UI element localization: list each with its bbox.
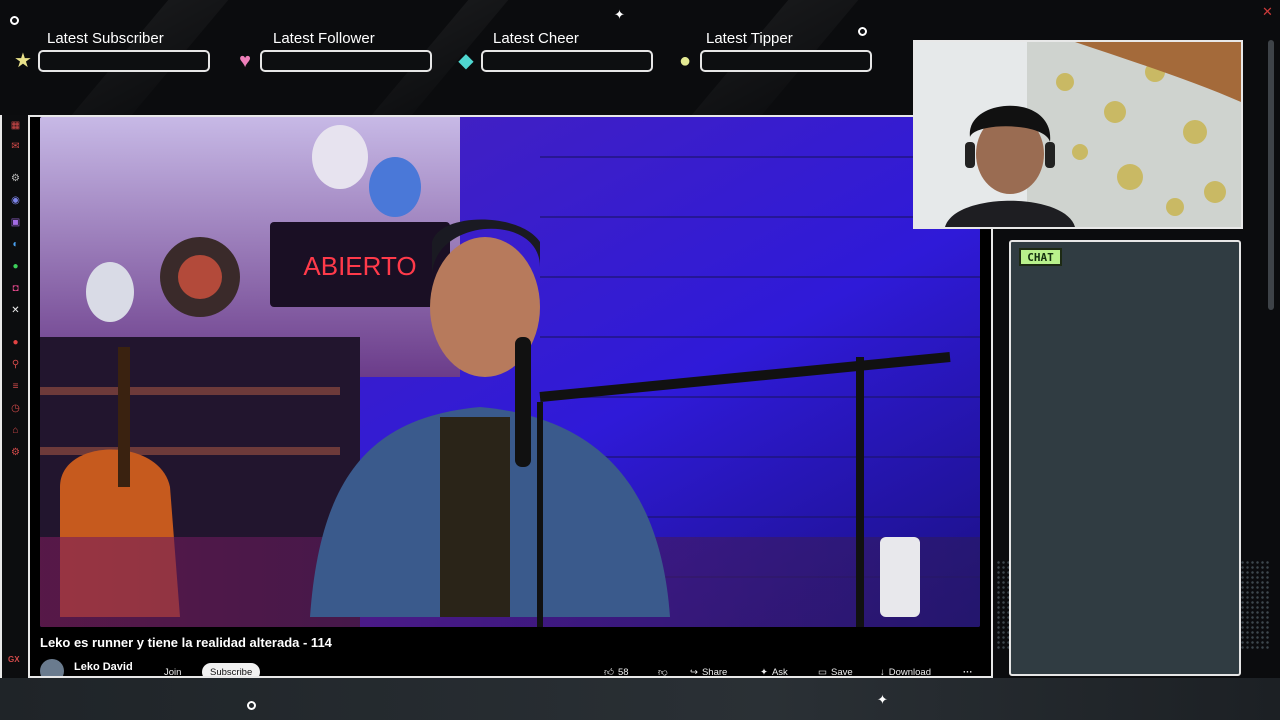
instagram-icon[interactable]: ◘ xyxy=(9,282,22,295)
heart-icon: ♥ xyxy=(239,50,251,72)
mail-icon[interactable]: ✉ xyxy=(9,140,22,153)
alert-value-box xyxy=(260,50,432,72)
grid-icon[interactable]: ▦ xyxy=(9,119,22,132)
star-icon: ★ xyxy=(14,50,32,72)
save-button[interactable]: ▭ Save xyxy=(810,663,861,678)
close-icon[interactable]: ✕ xyxy=(1262,4,1273,20)
x-icon[interactable]: ✕ xyxy=(9,304,22,317)
like-count: 58 xyxy=(617,666,629,678)
webcam-illustration xyxy=(915,42,1241,227)
more-options-button[interactable]: ··· xyxy=(955,663,981,677)
webcam-feed xyxy=(913,40,1243,229)
sparkle-icon: ✦ xyxy=(760,666,768,678)
video-frame[interactable]: ABIERTO xyxy=(40,117,980,627)
sparkle-icon: ✦ xyxy=(614,7,625,22)
chat-label: CHAT xyxy=(1019,248,1062,266)
decorative-dot xyxy=(858,27,867,36)
save-label: Save xyxy=(830,666,853,678)
video-scene-illustration: ABIERTO xyxy=(40,117,980,627)
channel-avatar[interactable] xyxy=(40,659,64,676)
channel-name[interactable]: Leko David xyxy=(74,661,133,673)
list-icon[interactable]: ≡ xyxy=(9,380,22,393)
thumbs-up-icon: 👍︎ xyxy=(604,667,614,678)
discord-icon[interactable]: ◉ xyxy=(9,194,22,207)
alert-label: Latest Subscriber xyxy=(47,30,164,47)
decorative-dot xyxy=(247,701,256,710)
whatsapp-icon[interactable]: ● xyxy=(9,260,22,273)
share-icon: ↪ xyxy=(690,666,698,678)
alert-value-box xyxy=(38,50,210,72)
twitch-icon[interactable]: ▣ xyxy=(9,216,22,229)
pin-icon[interactable]: ⚲ xyxy=(9,358,22,371)
alert-label: Latest Follower xyxy=(273,30,375,47)
share-button[interactable]: ↪ Share xyxy=(682,663,735,678)
scrollbar[interactable] xyxy=(1268,40,1274,310)
messenger-icon[interactable]: ◐ xyxy=(9,238,22,251)
download-button[interactable]: ↓ Download xyxy=(872,663,939,678)
spotify-icon[interactable]: ● xyxy=(9,336,22,349)
dislike-button[interactable]: 👎︎ xyxy=(650,663,676,678)
video-action-bar: Leko David Join Subscribe 👍︎ 58 👎︎ ↪ Share… xyxy=(30,657,991,678)
join-button[interactable]: Join xyxy=(156,663,189,677)
share-label: Share xyxy=(701,666,728,678)
ask-button[interactable]: ✦ Ask xyxy=(752,663,796,678)
decorative-dot xyxy=(10,16,19,25)
ask-label: Ask xyxy=(771,666,788,678)
thumbs-down-icon: 👎︎ xyxy=(658,667,668,678)
alert-value-box xyxy=(481,50,653,72)
sidebar-footer-logo: GX xyxy=(8,655,20,664)
bookmark-icon: ▭ xyxy=(818,666,827,678)
video-player[interactable]: ABIERTO Leko es runner y tiene la realid… xyxy=(28,115,993,678)
clock-icon[interactable]: ◷ xyxy=(9,402,22,415)
decorative-dot-grid xyxy=(1240,560,1270,650)
diamond-icon: ◆ xyxy=(458,50,474,72)
download-icon: ↓ xyxy=(880,666,885,678)
alert-value-box xyxy=(700,50,872,72)
sparkle-icon: ✦ xyxy=(877,692,888,707)
neon-sign-text: ABIERTO xyxy=(303,251,416,281)
chat-panel: CHAT xyxy=(1009,240,1241,676)
settings-icon[interactable]: ⚙ xyxy=(9,446,22,459)
coin-icon: ● xyxy=(678,50,692,72)
download-label: Download xyxy=(888,666,931,678)
browser-sidebar: ▦ ✉ ⚙ ◉ ▣ ◐ ● ◘ ✕ ● ⚲ ≡ ◷ ⌂ ⚙ GX xyxy=(0,115,28,678)
openai-icon[interactable]: ⚙ xyxy=(9,172,22,185)
like-button[interactable]: 👍︎ 58 xyxy=(596,663,637,678)
alert-label: Latest Cheer xyxy=(493,30,579,47)
tag-icon[interactable]: ⌂ xyxy=(9,424,22,437)
alert-label: Latest Tipper xyxy=(706,30,793,47)
subscribe-button[interactable]: Subscribe xyxy=(202,663,261,676)
overlay-bottom-band xyxy=(0,678,1280,720)
video-title: Leko es runner y tiene la realidad alter… xyxy=(40,635,332,650)
